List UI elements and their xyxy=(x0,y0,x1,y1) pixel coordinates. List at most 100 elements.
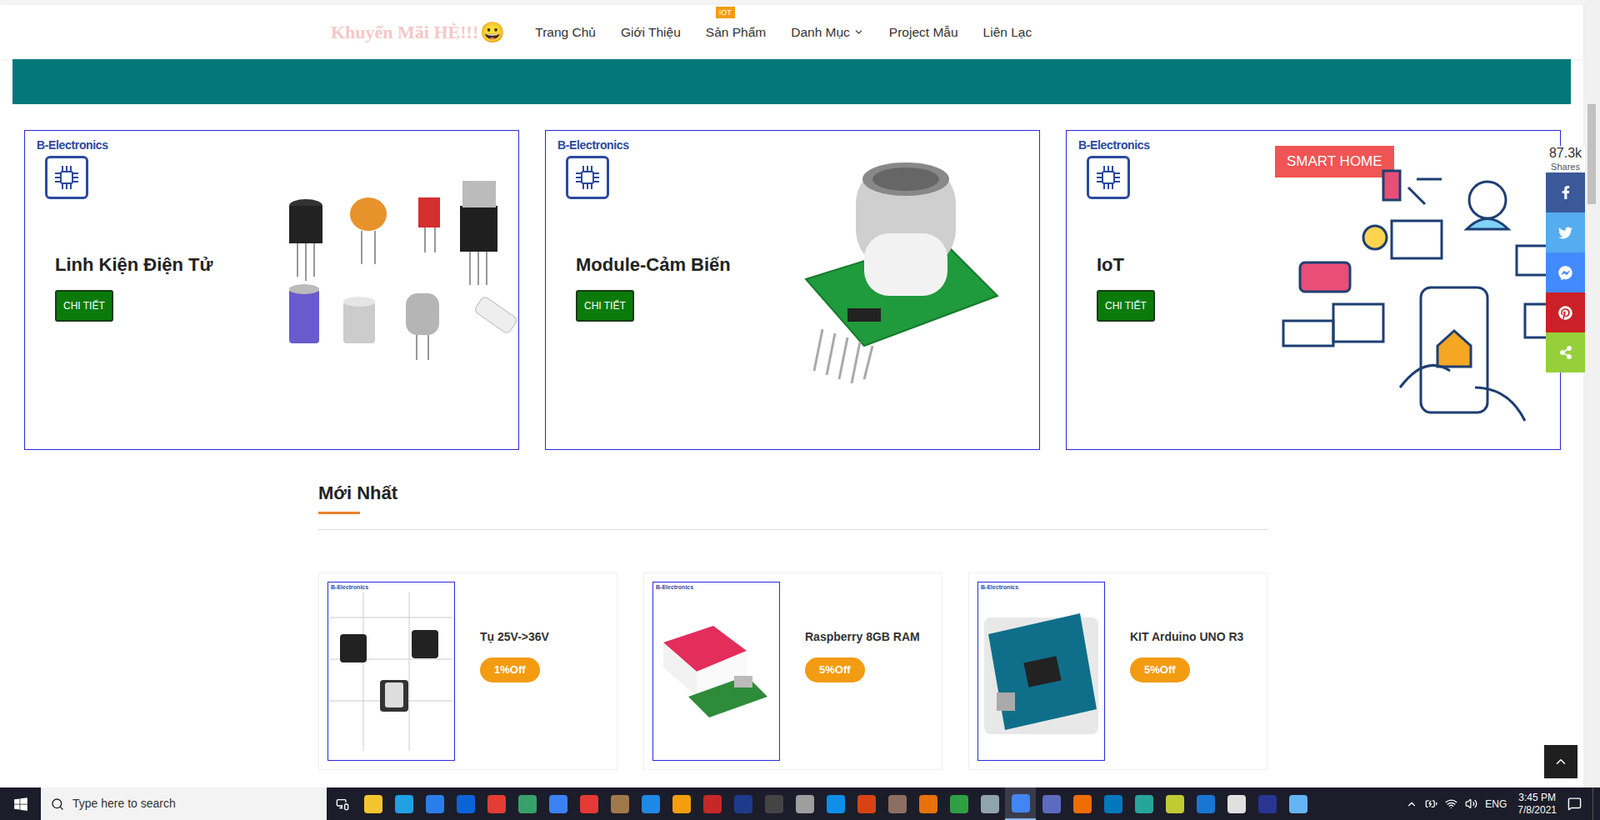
taskbar-app[interactable] xyxy=(696,787,728,820)
scrollbar[interactable] xyxy=(1583,0,1600,788)
volume-icon[interactable] xyxy=(1465,797,1478,810)
taskbar-search[interactable]: Type here to search xyxy=(40,787,327,820)
taskbar-app[interactable] xyxy=(820,787,851,820)
taskbar-app[interactable] xyxy=(789,787,820,820)
taskbar-app[interactable] xyxy=(1159,787,1190,820)
category-title: IoT xyxy=(1096,250,1275,279)
taskbar-app[interactable] xyxy=(1251,787,1283,820)
app-icon xyxy=(1196,795,1215,814)
share-button[interactable] xyxy=(1545,332,1585,373)
taskbar-app[interactable] xyxy=(665,787,697,820)
show-desktop[interactable] xyxy=(1592,787,1594,820)
nav-item[interactable]: IOTSản Phẩm xyxy=(705,22,766,42)
product-name[interactable]: Raspberry 8GB RAM xyxy=(805,628,920,646)
taskbar-app[interactable] xyxy=(1005,787,1036,820)
smart-home-image: SMART HOME xyxy=(1275,137,1561,446)
taskbar-app[interactable] xyxy=(1128,787,1160,820)
scrollbar-thumb[interactable] xyxy=(1587,104,1596,205)
section-title: Mới Nhất xyxy=(318,481,1269,505)
product-card[interactable]: B-ElectronicsTụ 25V->36V1%Off xyxy=(318,572,618,770)
detail-button[interactable]: CHI TIẾT xyxy=(1096,290,1155,322)
smart-home-icon xyxy=(1275,137,1561,446)
nav-item[interactable]: Trang Chủ xyxy=(535,22,596,42)
share-bar: 87.3kShares xyxy=(1545,145,1585,373)
product-card[interactable]: B-ElectronicsRaspberry 8GB RAM5%Off xyxy=(643,572,943,770)
taskbar-app[interactable] xyxy=(1035,787,1067,820)
taskbar-app[interactable] xyxy=(419,787,450,820)
category-card[interactable]: B-ElectronicsModule-Cảm BiếnCHI TIẾT xyxy=(545,130,1040,450)
app-icon xyxy=(857,795,876,814)
taskbar-app[interactable] xyxy=(1097,787,1129,820)
clock[interactable]: 3:45 PM7/8/2021 xyxy=(1514,791,1560,817)
arrow-up-icon xyxy=(1553,754,1569,770)
category-image xyxy=(754,130,1040,450)
brand-logo: B-Electronics xyxy=(36,137,234,200)
product-brand: B-Electronics xyxy=(330,583,369,593)
taskbar-app[interactable] xyxy=(357,787,389,820)
product-name[interactable]: KIT Arduino UNO R3 xyxy=(1130,628,1244,646)
share-button[interactable] xyxy=(1545,292,1585,333)
teal-banner xyxy=(12,59,1571,105)
section-divider xyxy=(318,529,1269,530)
category-card[interactable]: B-ElectronicsLinh Kiện Điện TửCHI TIẾT xyxy=(24,130,520,450)
category-info: B-ElectronicsModule-Cảm BiếnCHI TIẾT xyxy=(545,130,755,450)
capacitor-image-icon xyxy=(330,592,453,751)
start-button[interactable] xyxy=(0,787,41,820)
taskbar-app[interactable] xyxy=(635,787,666,820)
taskbar-app[interactable] xyxy=(511,787,543,820)
product-brand: B-Electronics xyxy=(980,583,1019,593)
taskbar-app[interactable] xyxy=(573,787,605,820)
taskbar-app[interactable] xyxy=(480,787,512,820)
detail-button[interactable]: CHI TIẾT xyxy=(575,290,635,322)
promo-link[interactable]: Khuyến Mãi HÈ!!! xyxy=(330,18,479,46)
discount-badge: 5%Off xyxy=(1130,657,1190,683)
tray-overflow-icon[interactable] xyxy=(1405,798,1418,810)
components-image-icon xyxy=(285,180,519,373)
title-underline xyxy=(318,511,360,515)
taskbar-app[interactable] xyxy=(974,787,1005,820)
app-icon xyxy=(765,795,784,814)
latest-section: Mới NhấtB-ElectronicsTụ 25V->36V1%OffB-E… xyxy=(318,481,1269,770)
taskbar-app[interactable] xyxy=(943,787,975,820)
taskbar-app[interactable] xyxy=(450,787,481,820)
share-button[interactable] xyxy=(1545,252,1585,293)
taskbar-app[interactable] xyxy=(1220,787,1252,820)
product-info: Raspberry 8GB RAM 5%Off xyxy=(805,581,920,761)
taskbar-app[interactable] xyxy=(727,787,759,820)
app-icon xyxy=(1073,795,1092,814)
share-button[interactable] xyxy=(1545,172,1585,213)
taskbar-app[interactable] xyxy=(604,787,635,820)
taskbar-app[interactable] xyxy=(388,787,420,820)
app-icon xyxy=(1135,795,1154,814)
product-card[interactable]: B-Electronics KIT Arduino UNO R3 5%Off xyxy=(968,572,1268,770)
app-icon xyxy=(456,795,475,814)
app-icon xyxy=(888,795,907,814)
smart-home-tag: SMART HOME xyxy=(1275,145,1395,178)
discount-badge: 5%Off xyxy=(805,657,865,683)
product-info: KIT Arduino UNO R3 5%Off xyxy=(1130,581,1244,761)
taskbar-app[interactable] xyxy=(912,787,944,820)
task-view-button[interactable] xyxy=(326,787,358,820)
detail-button[interactable]: CHI TIẾT xyxy=(55,290,114,322)
wifi-icon[interactable] xyxy=(1445,797,1458,810)
taskbar-app[interactable] xyxy=(758,787,790,820)
nav-item[interactable]: Project Mẫu xyxy=(889,22,959,42)
nav-item[interactable]: Giới Thiệu xyxy=(620,22,681,42)
nav-item[interactable]: Liên Lạc xyxy=(983,22,1033,42)
taskbar-app[interactable] xyxy=(881,787,913,820)
taskbar-app[interactable] xyxy=(1066,787,1098,820)
taskbar-app[interactable] xyxy=(850,787,882,820)
taskbar-app[interactable] xyxy=(1190,787,1221,820)
category-card[interactable]: B-ElectronicsIoTCHI TIẾTSMART HOME xyxy=(1065,130,1561,450)
battery-icon[interactable] xyxy=(1425,797,1438,810)
back-to-top-button[interactable] xyxy=(1544,745,1578,779)
notification-icon[interactable] xyxy=(1567,796,1582,811)
share-button[interactable] xyxy=(1545,212,1585,253)
product-name[interactable]: Tụ 25V->36V xyxy=(480,628,550,646)
nav-item[interactable]: Danh Mục xyxy=(790,22,865,42)
taskbar-app[interactable] xyxy=(1282,787,1314,820)
share-count: 87.3k xyxy=(1549,145,1582,161)
language-indicator[interactable]: ENG xyxy=(1485,796,1507,812)
app-icon xyxy=(826,795,845,814)
taskbar-app[interactable] xyxy=(542,787,574,820)
